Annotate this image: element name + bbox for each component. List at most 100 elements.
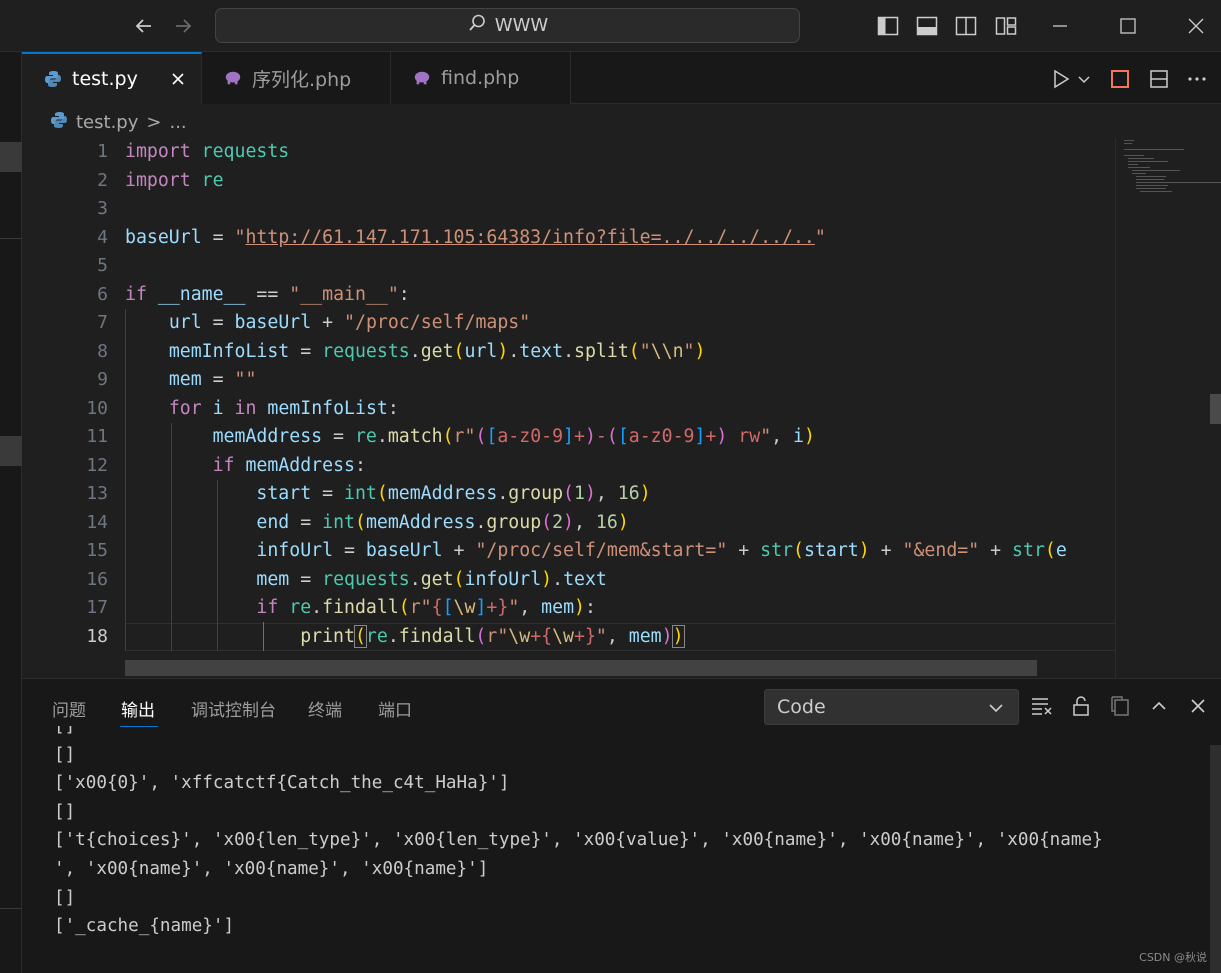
editor-tab-bar: test.py 序列化.php find.php (22, 52, 1221, 104)
split-editor-icon[interactable] (1148, 66, 1170, 92)
code-lines[interactable]: import requests import re baseUrl = "http… (125, 138, 1115, 651)
python-icon (44, 70, 62, 88)
line-number: 3 (97, 198, 108, 219)
tab-test-py[interactable]: test.py (22, 52, 202, 104)
output-line: [] (54, 887, 76, 908)
minimap-line (1136, 182, 1221, 183)
code-editor[interactable]: 1 2 3 4 5 6 7 8 9 10 11 12 13 14 15 16 1… (22, 138, 1221, 678)
tab-output[interactable]: 输出 (121, 693, 155, 723)
output-line: ['x00{0}', 'xffcatctf{Catch_the_c4t_HaHa… (54, 773, 510, 794)
code-line: if memAddress: (212, 454, 366, 476)
search-text: WWW (494, 15, 549, 36)
search-icon (467, 13, 487, 38)
line-number: 12 (86, 454, 108, 476)
maximize-icon[interactable] (1114, 12, 1142, 40)
more-actions-icon[interactable] (1186, 66, 1208, 92)
output-line: [] (54, 744, 76, 765)
bottom-panel: 问题 输出 调试控制台 终端 端口 Code [] [] ['x00{0}', … (22, 678, 1221, 973)
minimize-icon[interactable] (1046, 12, 1074, 40)
code-line: start = int(memAddress.group(1), 16) (256, 483, 651, 504)
line-number-gutter: 1 2 3 4 5 6 7 8 9 10 11 12 13 14 15 16 1… (22, 138, 112, 651)
clear-output-icon[interactable] (1029, 693, 1055, 719)
line-number: 5 (97, 255, 108, 276)
minimap-line (1124, 149, 1184, 150)
tab-ports[interactable]: 端口 (378, 693, 412, 723)
code-line: if __name__ == "__main__": (125, 283, 410, 305)
toggle-secondary-sidebar-icon[interactable] (954, 14, 978, 38)
minimap-line (1124, 155, 1144, 156)
minimap-line (1132, 170, 1180, 171)
line-number: 6 (97, 283, 108, 305)
line-number: 11 (86, 426, 108, 447)
tab-find-php[interactable]: find.php (391, 52, 571, 104)
minimap-line (1136, 188, 1166, 189)
breadcrumb: test.py > ... (50, 108, 187, 136)
output-scrollbar[interactable] (1210, 745, 1221, 973)
lock-scroll-icon[interactable] (1068, 693, 1094, 719)
tab-terminal[interactable]: 终端 (308, 693, 342, 723)
line-number: 16 (86, 568, 108, 590)
open-output-editor-icon[interactable] (1107, 693, 1133, 719)
toggle-panel-icon[interactable] (915, 14, 939, 38)
tab-label: 序列化.php (252, 68, 352, 91)
divider (0, 908, 22, 909)
code-line: end = int(memAddress.group(2), 16) (256, 511, 629, 533)
sidebar-selection-marker (0, 142, 22, 172)
divider (0, 238, 22, 239)
sidebar-selection-marker (0, 436, 22, 466)
output-log[interactable]: [] [] ['x00{0}', 'xffcatctf{Catch_the_c4… (54, 726, 1214, 973)
customize-layout-icon[interactable] (994, 14, 1018, 38)
arrow-left-icon[interactable] (132, 14, 156, 38)
code-line: memInfoList = requests.get(url).text.spl… (168, 340, 706, 362)
line-number: 9 (97, 369, 108, 390)
code-line: memAddress = re.match(r"([a-z0-9]+)-([a-… (212, 426, 815, 447)
code-line: mem = "" (168, 369, 257, 390)
output-line: ', 'x00{name}', 'x00{name}', 'x00{name}'… (54, 858, 489, 879)
code-line: url = baseUrl + "/proc/self/maps" (168, 312, 531, 333)
minimap-line (1132, 173, 1146, 174)
breadcrumb-separator: > (146, 111, 162, 133)
code-line-current: print(re.findall(r"\w+{\w+}", mem)) (300, 624, 685, 648)
minimap-line (1128, 167, 1150, 168)
watermark: CSDN @秋说 (1139, 951, 1207, 964)
maximize-panel-icon[interactable] (1146, 693, 1172, 719)
output-channel-select[interactable]: Code (764, 689, 1019, 725)
close-panel-icon[interactable] (1185, 693, 1211, 719)
horizontal-scrollbar[interactable] (125, 660, 1037, 676)
output-line: [] (54, 726, 76, 736)
minimap[interactable] (1115, 138, 1221, 678)
minimap-line (1136, 179, 1164, 180)
breadcrumb-symbol[interactable]: ... (169, 112, 186, 133)
minimap-line (1140, 191, 1172, 192)
line-number: 7 (97, 312, 108, 333)
toggle-primary-sidebar-icon[interactable] (876, 14, 900, 38)
tab-label: test.py (72, 68, 138, 90)
close-icon[interactable] (1182, 12, 1210, 40)
breadcrumb-file[interactable]: test.py (76, 112, 138, 133)
php-elephant-icon (224, 69, 242, 87)
close-tab-icon[interactable] (167, 68, 189, 90)
line-number: 10 (86, 397, 108, 419)
line-number: 4 (97, 226, 108, 248)
command-center-search[interactable]: WWW (215, 8, 800, 43)
output-line: ['_cache_{name}'] (54, 916, 235, 937)
output-channel-value: Code (777, 696, 826, 718)
run-dropdown-icon[interactable] (1076, 66, 1092, 92)
arrow-right-icon[interactable] (171, 14, 195, 38)
tab-problems[interactable]: 问题 (52, 693, 86, 723)
stop-icon[interactable] (1109, 66, 1131, 92)
code-line: for i in memInfoList: (168, 397, 399, 419)
php-elephant-icon (413, 69, 431, 87)
minimap-line (1128, 164, 1138, 165)
run-icon[interactable] (1050, 66, 1072, 92)
title-bar: WWW (0, 0, 1221, 52)
code-line: infoUrl = baseUrl + "/proc/self/mem&star… (256, 540, 1067, 561)
vertical-scrollbar-thumb[interactable] (1210, 394, 1221, 424)
line-number: 15 (86, 540, 108, 561)
minimap-line (1136, 185, 1168, 186)
code-line: import re (125, 169, 224, 191)
line-number: 1 (97, 141, 108, 162)
tab-serialize-php[interactable]: 序列化.php (202, 52, 391, 104)
code-line: import requests (125, 141, 290, 162)
tab-debug-console[interactable]: 调试控制台 (191, 693, 276, 723)
